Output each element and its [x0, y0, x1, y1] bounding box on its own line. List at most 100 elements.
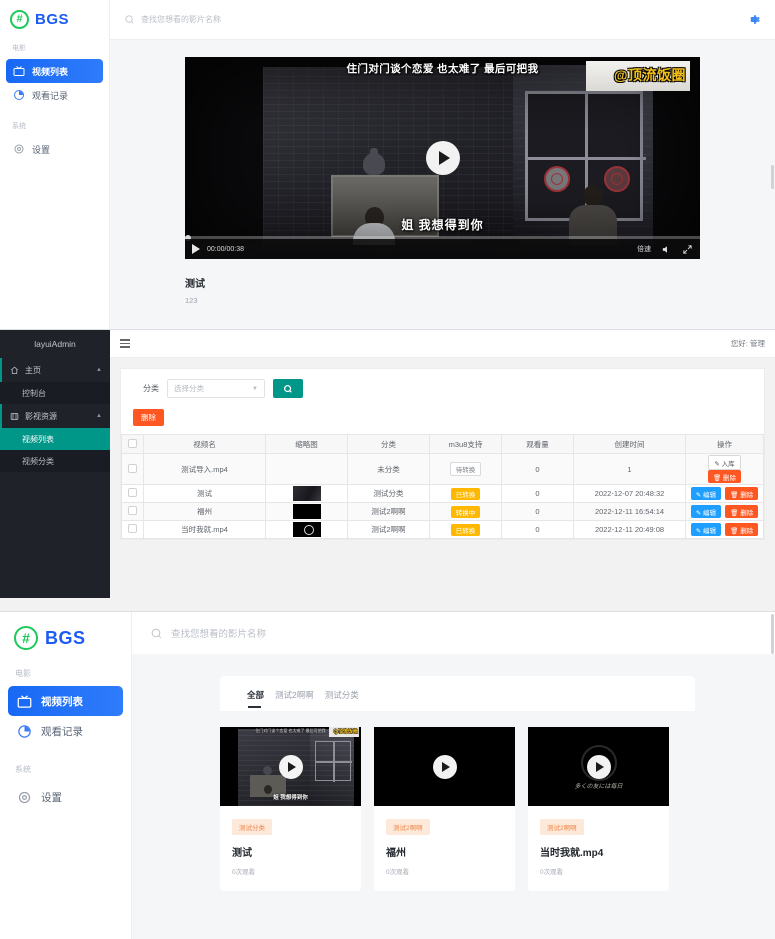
tab-test2[interactable]: 测试2啊啊 [275, 689, 314, 708]
fullscreen-icon[interactable] [682, 244, 693, 255]
cell-m3u8: 已转换 [429, 520, 502, 539]
cell-views: 0 [501, 502, 574, 521]
admin-card: 分类 选择分类 ▼ 删除 视频名 缩略图 分类 m3u8支持 观看量 创建时间 … [120, 368, 765, 540]
admin-main: 您好: 管理 分类 选择分类 ▼ 删除 视频名 缩略图 分类 m3u8支持 观看… [110, 330, 775, 612]
video-thumbnail[interactable]: 多くの友には毎日 [528, 727, 669, 806]
video-description: 123 [185, 296, 198, 305]
scrollbar[interactable] [771, 614, 774, 654]
table-row[interactable]: 测试 测试分类 已转换 0 2022-12-07 20:48:32 ✎ 编辑 🗑… [121, 484, 764, 503]
frontend-content: 全部 测试2啊啊 测试分类 住门对门谈个恋爱 也太难了 最后可把我 @顶流饭圈 … [132, 654, 775, 891]
video-card[interactable]: 测试2啊啊 福州 0次观看 [374, 727, 515, 891]
film-icon [10, 412, 19, 420]
delete-button[interactable]: 🗑 删除 [725, 505, 759, 518]
frontend-sidebar: # BGS 电影 视频列表 观看记录 系统 设置 [0, 612, 132, 939]
player-wrapper: 住门对门谈个恋爱 也太难了 最后可把我 @顶流饭圈 姐 我想得到你 00:00/… [185, 57, 700, 305]
play-icon [287, 761, 296, 772]
search-button[interactable] [273, 379, 303, 398]
category-tabs: 全部 测试2啊啊 测试分类 [247, 689, 695, 708]
video-card-body: 测试2啊啊 福州 0次观看 [374, 806, 515, 891]
edit-button[interactable]: ✎ 编辑 [690, 523, 722, 536]
scrollbar[interactable] [771, 165, 774, 189]
row-checkbox[interactable] [128, 506, 137, 515]
sidebar-item-watch-history[interactable]: 观看记录 [6, 83, 103, 107]
video-card-grid: 住门对门谈个恋爱 也太难了 最后可把我 @顶流饭圈 姐 我想得到你 测试分类 测… [220, 727, 775, 891]
sidebar-item-watch-history[interactable]: 观看记录 [8, 716, 123, 746]
select-all-checkbox[interactable] [128, 438, 137, 448]
volume-icon[interactable] [661, 244, 672, 255]
delete-button[interactable]: 🗑 删除 [725, 523, 759, 536]
tab-test-category[interactable]: 测试分类 [325, 689, 359, 708]
admin-menu-label: 影视资源 [25, 411, 57, 421]
play-button[interactable] [278, 754, 303, 779]
nav-group-label-system: 系统 [12, 123, 26, 130]
play-button-overlay[interactable] [425, 141, 460, 175]
admin-menu-home[interactable]: 主页 ▲ [0, 358, 110, 382]
tab-all[interactable]: 全部 [247, 689, 264, 708]
nav-group-label-system: 系统 [15, 765, 31, 774]
table-row[interactable]: 福州 测试2啊啊 转换中 0 2022-12-11 16:54:14 ✎ 编辑 … [121, 502, 764, 521]
row-select-cell [121, 484, 144, 503]
history-pie-icon [18, 724, 31, 738]
search-input[interactable]: 查找您想看的影片名称 [171, 626, 266, 640]
gear-icon[interactable] [746, 12, 761, 27]
player-controls: 00:00/00:38 倍速 [185, 239, 700, 259]
play-icon[interactable] [192, 244, 200, 254]
delete-button[interactable]: 🗑 删除 [707, 470, 742, 483]
admin-submenu-item-video-list[interactable]: 视频列表 [0, 428, 110, 450]
cell-name: 福州 [143, 502, 266, 521]
video-table: 视频名 缩略图 分类 m3u8支持 观看量 创建时间 操作 测试导入.mp4 未… [121, 434, 764, 539]
hamburger-menu-icon[interactable] [120, 339, 130, 348]
search-icon [284, 384, 292, 393]
admin-submenu-item-console[interactable]: 控制台 [0, 382, 110, 404]
thumbnail-subtitle-bottom: 姐 我想得到你 [273, 795, 308, 801]
admin-panel: layuiAdmin 主页 ▲ 控制台 影视资源 ▲ 视频列表 视频分类 您好:… [0, 330, 775, 612]
video-card[interactable]: 住门对门谈个恋爱 也太难了 最后可把我 @顶流饭圈 姐 我想得到你 测试分类 测… [220, 727, 361, 891]
video-title: 测试 [185, 279, 205, 290]
table-row[interactable]: 当时我就.mp4 测试2啊啊 已转换 0 2022-12-11 20:49:08… [121, 520, 764, 539]
tv-icon [17, 694, 32, 708]
admin-submenu-home: 控制台 [0, 382, 110, 404]
category-tag: 测试2啊啊 [540, 819, 584, 835]
row-checkbox[interactable] [128, 463, 137, 473]
category-select[interactable]: 选择分类 ▼ [167, 379, 265, 398]
admin-menu-media[interactable]: 影视资源 ▲ [0, 404, 110, 428]
sidebar-item-settings[interactable]: 设置 [6, 137, 103, 161]
frontend-video-list-panel: # BGS 电影 视频列表 观看记录 系统 设置 查找您想看的影片名称 全部 测… [0, 612, 775, 939]
controls-right-group: 倍速 [637, 244, 693, 255]
home-icon [10, 366, 19, 374]
category-tag: 测试2啊啊 [386, 819, 430, 835]
sidebar-item-settings[interactable]: 设置 [8, 782, 123, 812]
sidebar-item-video-list[interactable]: 视频列表 [6, 59, 103, 83]
import-button[interactable]: ✎ 入库 [708, 455, 741, 470]
play-button[interactable] [432, 754, 457, 779]
cell-views: 0 [501, 520, 574, 539]
video-card[interactable]: 多くの友には毎日 测试2啊啊 当时我就.mp4 0次观看 [528, 727, 669, 891]
table-head: 视频名 缩略图 分类 m3u8支持 观看量 创建时间 操作 [121, 434, 764, 454]
cell-actions: ✎ 编辑 🗑 删除 [685, 484, 764, 503]
cell-views: 0 [501, 453, 574, 485]
row-checkbox[interactable] [128, 524, 137, 533]
video-thumbnail[interactable] [374, 727, 515, 806]
edit-button[interactable]: ✎ 编辑 [690, 487, 722, 500]
cell-created: 1 [573, 453, 686, 485]
playback-rate-button[interactable]: 倍速 [637, 244, 651, 254]
row-checkbox[interactable] [128, 488, 137, 497]
video-player[interactable]: 住门对门谈个恋爱 也太难了 最后可把我 @顶流饭圈 姐 我想得到你 00:00/… [185, 57, 700, 259]
edit-button[interactable]: ✎ 编辑 [690, 505, 722, 518]
search-input[interactable]: 查找您想看的影片名称 [124, 14, 746, 25]
table-row[interactable]: 测试导入.mp4 未分类 待转换 0 1 ✎ 入库 🗑 删除 [121, 453, 764, 485]
gear-icon [14, 144, 24, 154]
admin-menu-label: 主页 [25, 365, 41, 375]
cell-thumbnail [265, 453, 348, 485]
sidebar-item-video-list[interactable]: 视频列表 [8, 686, 123, 716]
video-thumbnail[interactable]: 住门对门谈个恋爱 也太难了 最后可把我 @顶流饭圈 姐 我想得到你 [220, 727, 361, 806]
admin-submenu-item-video-category[interactable]: 视频分类 [0, 450, 110, 472]
delete-button[interactable]: 🗑 删除 [725, 487, 759, 500]
bulk-delete-button[interactable]: 删除 [133, 409, 164, 426]
video-title: 测试 [232, 848, 252, 859]
play-icon [595, 761, 604, 772]
video-title: 当时我就.mp4 [540, 848, 604, 859]
cell-thumbnail [265, 484, 348, 503]
play-button[interactable] [586, 754, 611, 779]
thumbnail-caption: 多くの友には毎日 [574, 784, 623, 790]
